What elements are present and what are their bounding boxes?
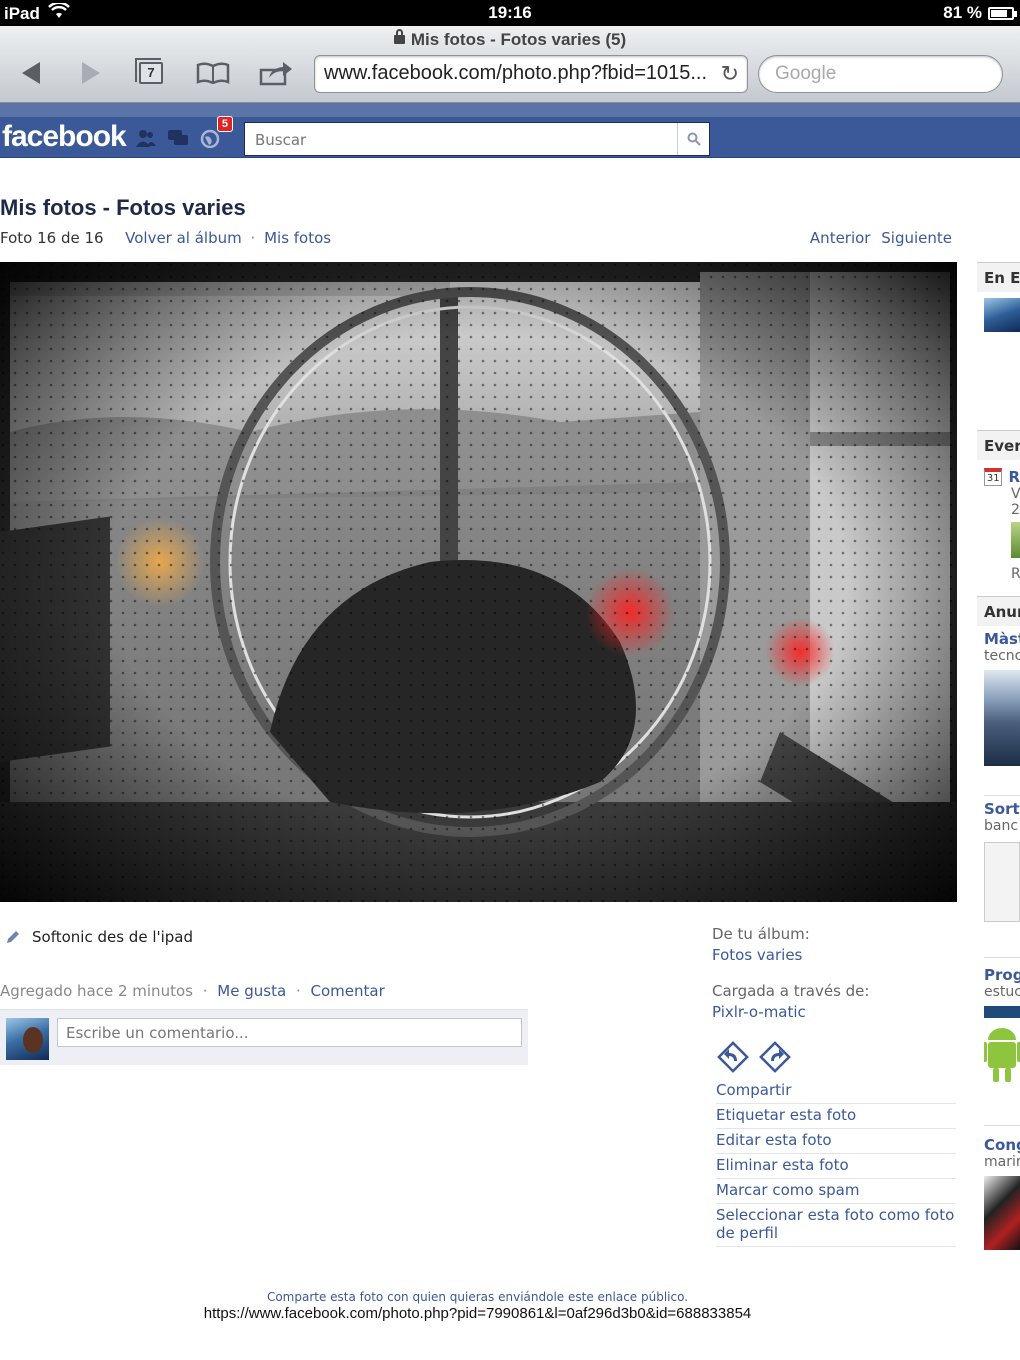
- photo-caption: Softonic des de l'ipad: [6, 928, 193, 946]
- ad-3-title[interactable]: Prog: [977, 966, 1020, 984]
- ad-1-image[interactable]: [984, 670, 1020, 766]
- mark-spam-action[interactable]: Marcar como spam: [716, 1179, 956, 1204]
- next-photo-link[interactable]: Siguiente: [881, 229, 952, 247]
- back-arrow-icon: [22, 62, 40, 84]
- notifications-badge: 5: [216, 116, 233, 132]
- browser-search-field[interactable]: Google: [758, 55, 1003, 93]
- photo-counter: Foto 16 de 16: [0, 229, 104, 247]
- sidebar-heading-events: Ever: [977, 430, 1020, 460]
- tab-count: 7: [147, 65, 155, 80]
- tabs-icon: 7: [135, 58, 163, 84]
- notification-jewels: 5: [135, 116, 233, 149]
- separator: ·: [202, 982, 208, 1000]
- photo-activity-line: Agregado hace 2 minutos · Me gusta · Com…: [0, 982, 385, 1000]
- photo-image: [0, 262, 957, 902]
- separator: ·: [295, 982, 301, 1000]
- comment-input[interactable]: Escribe un comentario...: [57, 1018, 522, 1047]
- delete-photo-action[interactable]: Eliminar esta foto: [716, 1154, 956, 1179]
- like-link[interactable]: Me gusta: [217, 982, 286, 1000]
- share-action[interactable]: Compartir: [716, 1079, 956, 1104]
- photo-info: De tu álbum: Fotos varies Cargada a trav…: [712, 925, 957, 1039]
- previous-photo-link[interactable]: Anterior: [810, 229, 871, 247]
- url-field[interactable]: www.facebook.com/photo.php?fbid=1015... …: [314, 55, 748, 93]
- share-icon: [259, 62, 292, 86]
- my-photos-link[interactable]: Mis fotos: [264, 229, 331, 247]
- messages-icon[interactable]: [167, 128, 189, 148]
- photo-navigation-meta: Foto 16 de 16 Volver al álbum · Mis foto…: [0, 229, 331, 247]
- uploaded-label: Cargada a través de:: [712, 982, 870, 1000]
- search-placeholder: Buscar: [255, 131, 307, 149]
- event-detail-3: R: [1011, 566, 1020, 582]
- facebook-logo[interactable]: facebook: [2, 120, 127, 154]
- user-avatar: [6, 1018, 49, 1060]
- sidebar-heading-ads: Anur: [977, 596, 1020, 626]
- bookmarks-icon: [196, 62, 230, 84]
- back-button[interactable]: [14, 58, 48, 88]
- browser-page-title: Mis fotos - Fotos varies (5): [0, 29, 1020, 50]
- ad-3-subtitle: estuc: [984, 984, 1020, 1000]
- browser-title-text: Mis fotos - Fotos varies (5): [410, 30, 627, 49]
- album-label: De tu álbum:: [712, 925, 810, 943]
- facebook-search-input[interactable]: Buscar: [244, 122, 710, 156]
- event-detail-1: V: [1011, 486, 1020, 502]
- share-note: Comparte esta foto con quien quieras env…: [266, 1290, 689, 1304]
- url-text: www.facebook.com/photo.php?fbid=1015...: [324, 62, 708, 84]
- uploaded-via-link[interactable]: Pixlr-o-matic: [712, 1003, 957, 1021]
- ad-1-title[interactable]: Màst: [977, 630, 1020, 648]
- event-thumbnail[interactable]: [1011, 522, 1020, 558]
- ad-2-title[interactable]: Sorte: [977, 800, 1020, 818]
- header-strip: [0, 103, 1020, 117]
- edit-photo-action[interactable]: Editar esta foto: [716, 1129, 956, 1154]
- main-photo[interactable]: [0, 262, 957, 902]
- rotate-left-icon[interactable]: [716, 1040, 750, 1074]
- forward-arrow-icon: [82, 62, 100, 84]
- calendar-icon: 31: [984, 468, 1003, 486]
- ad-2-image[interactable]: [984, 842, 1020, 922]
- photo-pager: Anterior Siguiente: [810, 229, 952, 247]
- event-link[interactable]: R: [1008, 468, 1020, 486]
- rotate-right-icon[interactable]: [758, 1040, 792, 1074]
- back-to-album-link[interactable]: Volver al álbum: [125, 229, 242, 247]
- reload-icon[interactable]: ↻: [721, 61, 739, 87]
- sidebar-heading-1: En E: [977, 262, 1020, 292]
- clock: 19:16: [488, 3, 532, 22]
- comment-composer: Escribe un comentario...: [0, 1009, 528, 1065]
- right-sidebar: En E Ever 31 R V 2 R Anur Màst tecnc Sor…: [977, 262, 1020, 1360]
- added-time: Agregado hace 2 minutos: [0, 982, 193, 1000]
- battery-icon: [988, 6, 1017, 20]
- lock-icon: [393, 29, 405, 44]
- pencil-icon[interactable]: [6, 930, 20, 944]
- search-icon[interactable]: [677, 123, 709, 155]
- make-profile-photo-action[interactable]: Seleccionar esta foto como foto de perfi…: [716, 1204, 956, 1247]
- ad-1-subtitle: tecnc: [984, 648, 1020, 664]
- android-icon[interactable]: [984, 1006, 1020, 1098]
- browser-toolbar: Mis fotos - Fotos varies (5) 7 www.faceb…: [0, 26, 1020, 103]
- status-bar: iPad 19:16 81 %: [0, 0, 1020, 26]
- ad-4-title[interactable]: Cong: [977, 1136, 1020, 1154]
- share-button[interactable]: [259, 58, 293, 88]
- comment-link[interactable]: Comentar: [311, 982, 385, 1000]
- bookmarks-button[interactable]: [196, 58, 230, 88]
- album-name-link[interactable]: Fotos varies: [712, 946, 957, 964]
- ad-4-image[interactable]: [984, 1176, 1020, 1250]
- caption-text: Softonic des de l'ipad: [32, 928, 194, 946]
- forward-button[interactable]: [74, 58, 108, 88]
- rotate-controls: [716, 1040, 792, 1074]
- separator: ·: [250, 229, 256, 247]
- album-title: Mis fotos - Fotos varies: [0, 195, 246, 220]
- tag-photo-action[interactable]: Etiquetar esta foto: [716, 1104, 956, 1129]
- battery-percent: 81 %: [943, 3, 982, 22]
- sidebar-avatar[interactable]: [984, 298, 1020, 332]
- tabs-button[interactable]: 7: [134, 58, 168, 88]
- event-detail-2: 2: [1011, 502, 1020, 518]
- public-share-url[interactable]: https://www.facebook.com/photo.php?pid=7…: [0, 1305, 955, 1322]
- battery-fill: [991, 9, 1007, 17]
- friend-requests-icon[interactable]: [135, 128, 157, 148]
- notifications-globe-icon[interactable]: 5: [199, 116, 233, 149]
- photo-actions-list: Compartir Etiquetar esta foto Editar est…: [716, 1079, 956, 1247]
- ad-2-subtitle: banc: [984, 818, 1019, 834]
- ad-4-subtitle: marir: [984, 1154, 1020, 1170]
